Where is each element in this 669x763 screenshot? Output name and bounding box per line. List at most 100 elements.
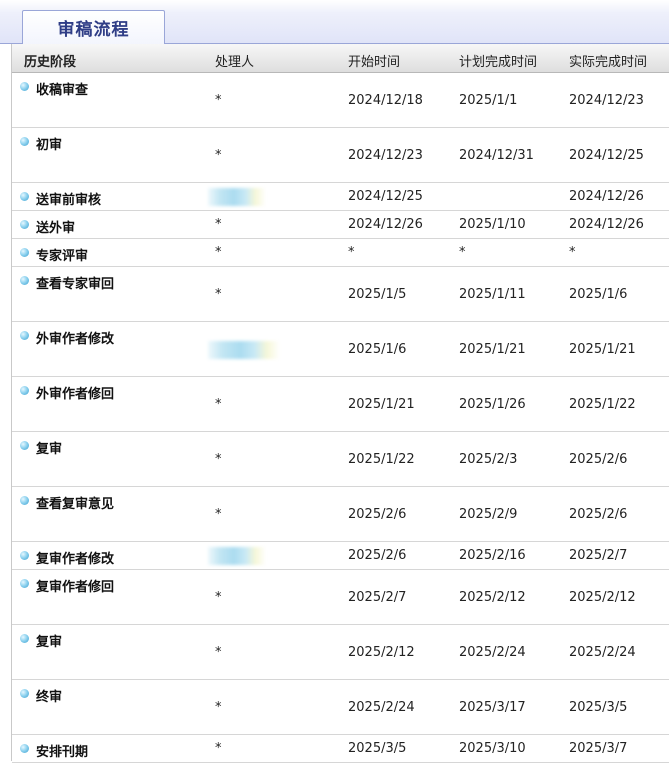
stage-name: 复审作者修回 bbox=[36, 580, 115, 595]
table-row: 查看复审意见 * 2025/2/6 2025/2/9 2025/2/6 bbox=[12, 487, 669, 542]
table-row: 外审作者修改 2025/1/6 2025/1/21 2025/1/21 bbox=[12, 322, 669, 377]
tab-bar: 审稿流程 bbox=[0, 0, 669, 44]
bullet-icon bbox=[20, 137, 29, 146]
start-time-cell: 2025/2/6 bbox=[348, 548, 407, 563]
bullet-icon bbox=[20, 220, 29, 229]
start-time-cell: 2024/12/23 bbox=[348, 148, 423, 163]
handler-cell: * bbox=[215, 93, 222, 108]
table-row: 初审 * 2024/12/23 2024/12/31 2024/12/25 bbox=[12, 128, 669, 183]
bullet-icon bbox=[20, 248, 29, 257]
stage-name: 送外审 bbox=[36, 221, 76, 236]
planned-time-cell: 2025/1/10 bbox=[459, 217, 526, 232]
actual-time-cell: 2025/2/6 bbox=[569, 452, 628, 467]
actual-time-cell: * bbox=[569, 245, 576, 260]
bullet-icon bbox=[20, 441, 29, 450]
actual-time-cell: 2024/12/26 bbox=[569, 217, 644, 232]
start-time-cell: 2025/2/12 bbox=[348, 645, 415, 660]
stage-name: 外审作者修回 bbox=[36, 387, 115, 402]
bullet-icon bbox=[20, 496, 29, 505]
table-row: 查看专家审回 * 2025/1/5 2025/1/11 2025/1/6 bbox=[12, 267, 669, 322]
handler-cell: * bbox=[215, 148, 222, 163]
table-row: 专家评审 * * * * bbox=[12, 239, 669, 267]
start-time-cell: 2025/1/22 bbox=[348, 452, 415, 467]
planned-time-cell: * bbox=[459, 245, 466, 260]
handler-cell: * bbox=[215, 645, 222, 660]
actual-time-cell: 2025/1/22 bbox=[569, 397, 636, 412]
table-row: 复审作者修改 2025/2/6 2025/2/16 2025/2/7 bbox=[12, 542, 669, 570]
handler-cell: * bbox=[215, 452, 222, 467]
bullet-icon bbox=[20, 192, 29, 201]
stage-name: 复审作者修改 bbox=[36, 552, 115, 567]
actual-time-cell: 2025/2/7 bbox=[569, 548, 628, 563]
table-row: 终审 * 2025/2/24 2025/3/17 2025/3/5 bbox=[12, 680, 669, 735]
redacted-handler bbox=[208, 341, 280, 359]
table-row: 复审 * 2025/1/22 2025/2/3 2025/2/6 bbox=[12, 432, 669, 487]
start-time-cell: 2025/1/21 bbox=[348, 397, 415, 412]
stage-name: 终审 bbox=[36, 690, 63, 705]
table-row: 复审 * 2025/2/12 2025/2/24 2025/2/24 bbox=[12, 625, 669, 680]
handler-cell: * bbox=[215, 507, 222, 522]
handler-cell: * bbox=[215, 741, 222, 756]
table-row: 复审作者修回 * 2025/2/7 2025/2/12 2025/2/12 bbox=[12, 570, 669, 625]
handler-cell: * bbox=[215, 287, 222, 302]
actual-time-cell: 2025/1/21 bbox=[569, 342, 636, 357]
bullet-icon bbox=[20, 551, 29, 560]
column-header-planned-time: 计划完成时间 bbox=[459, 55, 538, 70]
planned-time-cell: 2024/12/31 bbox=[459, 148, 534, 163]
start-time-cell: 2025/2/24 bbox=[348, 700, 415, 715]
bullet-icon bbox=[20, 82, 29, 91]
actual-time-cell: 2025/3/5 bbox=[569, 700, 628, 715]
actual-time-cell: 2025/2/24 bbox=[569, 645, 636, 660]
column-header-actual-time: 实际完成时间 bbox=[569, 55, 648, 70]
planned-time-cell: 2025/2/9 bbox=[459, 507, 518, 522]
start-time-cell: 2025/3/5 bbox=[348, 741, 407, 756]
bullet-icon bbox=[20, 331, 29, 340]
planned-time-cell: 2025/2/16 bbox=[459, 548, 526, 563]
bullet-icon bbox=[20, 744, 29, 753]
bullet-icon bbox=[20, 276, 29, 285]
redacted-handler bbox=[208, 547, 266, 565]
start-time-cell: 2024/12/18 bbox=[348, 93, 423, 108]
planned-time-cell: 2025/2/3 bbox=[459, 452, 518, 467]
start-time-cell: 2024/12/26 bbox=[348, 217, 423, 232]
table-row: 外审作者修回 * 2025/1/21 2025/1/26 2025/1/22 bbox=[12, 377, 669, 432]
stage-name: 安排刊期 bbox=[36, 745, 89, 760]
start-time-cell: 2025/1/6 bbox=[348, 342, 407, 357]
tab-review-process[interactable]: 审稿流程 bbox=[22, 10, 165, 44]
planned-time-cell: 2025/1/1 bbox=[459, 93, 518, 108]
stage-name: 查看复审意见 bbox=[36, 497, 115, 512]
column-header-start-time: 开始时间 bbox=[348, 55, 401, 70]
actual-time-cell: 2024/12/23 bbox=[569, 93, 644, 108]
start-time-cell: 2024/12/25 bbox=[348, 189, 423, 204]
redacted-handler bbox=[208, 188, 266, 206]
review-history-table: 历史阶段 处理人 开始时间 计划完成时间 实际完成时间 收稿审查 * 2024/12… bbox=[11, 44, 669, 763]
stage-name: 复审 bbox=[36, 635, 63, 650]
actual-time-cell: 2025/2/12 bbox=[569, 590, 636, 605]
stage-name: 复审 bbox=[36, 442, 63, 457]
stage-name: 送审前审核 bbox=[36, 193, 102, 208]
actual-time-cell: 2025/2/6 bbox=[569, 507, 628, 522]
handler-cell: * bbox=[215, 217, 222, 232]
stage-name: 收稿审查 bbox=[36, 83, 89, 98]
start-time-cell: 2025/2/7 bbox=[348, 590, 407, 605]
start-time-cell: 2025/1/5 bbox=[348, 287, 407, 302]
stage-name: 外审作者修改 bbox=[36, 332, 115, 347]
stage-name: 专家评审 bbox=[36, 249, 89, 264]
handler-cell: * bbox=[215, 397, 222, 412]
bullet-icon bbox=[20, 579, 29, 588]
planned-time-cell: 2025/3/17 bbox=[459, 700, 526, 715]
planned-time-cell: 2025/2/12 bbox=[459, 590, 526, 605]
table-header: 历史阶段 处理人 开始时间 计划完成时间 实际完成时间 bbox=[12, 44, 669, 73]
actual-time-cell: 2025/3/7 bbox=[569, 741, 628, 756]
bullet-icon bbox=[20, 634, 29, 643]
bullet-icon bbox=[20, 689, 29, 698]
actual-time-cell: 2025/1/6 bbox=[569, 287, 628, 302]
actual-time-cell: 2024/12/25 bbox=[569, 148, 644, 163]
bullet-icon bbox=[20, 386, 29, 395]
table-row: 收稿审查 * 2024/12/18 2025/1/1 2024/12/23 bbox=[12, 73, 669, 128]
table-row: 安排刊期 * 2025/3/5 2025/3/10 2025/3/7 bbox=[12, 735, 669, 763]
table-row: 送审前审核 2024/12/25 2024/12/26 bbox=[12, 183, 669, 211]
planned-time-cell: 2025/3/10 bbox=[459, 741, 526, 756]
actual-time-cell: 2024/12/26 bbox=[569, 189, 644, 204]
handler-cell: * bbox=[215, 245, 222, 260]
